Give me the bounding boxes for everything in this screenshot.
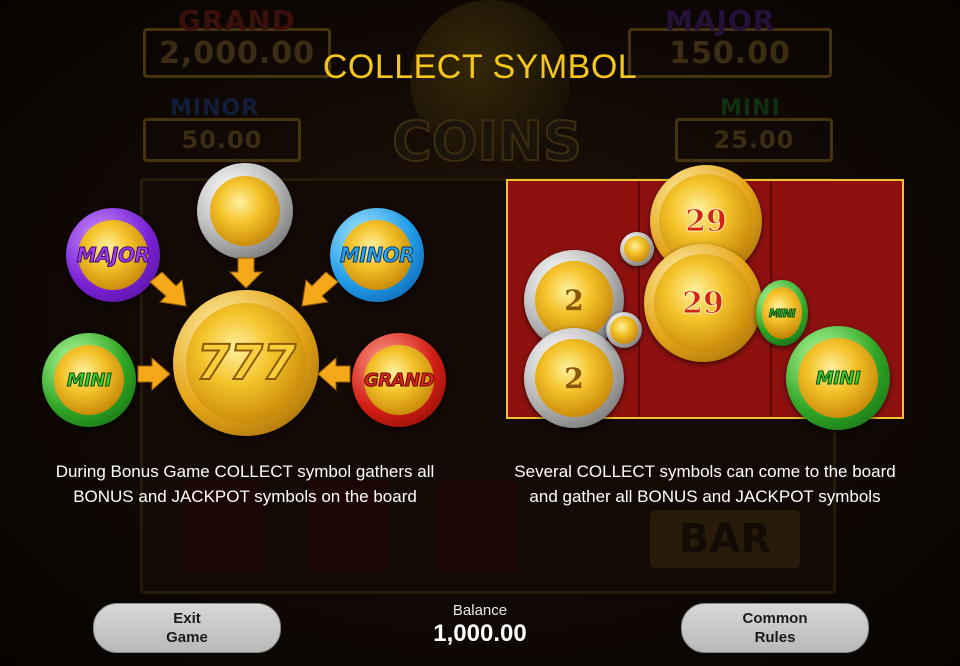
left-description: During Bonus Game COLLECT symbol gathers… (55, 462, 435, 506)
mini-label-right: MINI (815, 367, 861, 389)
bonus-value-lower: 2 (564, 361, 584, 395)
collect-value-middle: 29 (682, 285, 725, 321)
right-description: Several COLLECT symbols can come to the … (514, 462, 896, 506)
common-rules-label-line2: Rules (754, 629, 796, 646)
coin-face: MINI (798, 338, 878, 418)
exit-game-label-line1: Exit (173, 610, 201, 627)
coin-face: 29 (654, 254, 752, 352)
arrow-diagonal-icon (149, 271, 187, 307)
arrow-diagonal-icon (301, 271, 339, 307)
common-rules-button[interactable]: Common Rules (681, 603, 869, 653)
bonus-value-upper: 2 (564, 283, 584, 317)
coin-face (610, 316, 638, 344)
arrow-right-icon (137, 356, 171, 392)
arrow-down-icon (228, 257, 264, 289)
flying-mini-coin: MINI (756, 280, 808, 346)
arrow-left-icon (317, 356, 351, 392)
balance-value: 1,000.00 (433, 620, 527, 647)
coin-face: MINI (762, 287, 802, 339)
flying-bonus-coin (606, 312, 642, 348)
coin-face (624, 236, 650, 262)
coin-face: 2 (535, 339, 613, 417)
flying-bonus-coin (620, 232, 654, 266)
balance-label: Balance (452, 602, 508, 619)
flying-mini-label: MINI (768, 306, 796, 320)
common-rules-label-line1: Common (742, 610, 808, 627)
collect-coin-middle: 29 (644, 244, 762, 362)
exit-game-button[interactable]: Exit Game (93, 603, 281, 653)
exit-game-label-line2: Game (166, 629, 208, 646)
mini-jackpot-coin-right: MINI (786, 326, 890, 430)
collect-value-top: 29 (685, 203, 728, 239)
bonus-coin-lower: 2 (524, 328, 624, 428)
